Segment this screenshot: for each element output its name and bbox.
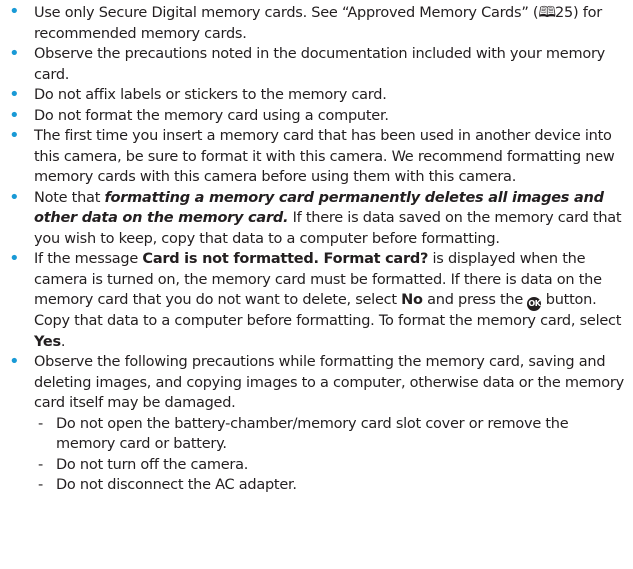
- memory-card-precautions-page: Use only Secure Digital memory cards. Se…: [0, 0, 633, 569]
- precautions-list: Use only Secure Digital memory cards. Se…: [6, 2, 627, 496]
- item-text: .: [60, 333, 66, 350]
- no-option-label: No: [401, 292, 423, 308]
- card-message: Card is not formatted. Format card?: [142, 251, 429, 267]
- item-text: If the message: [34, 251, 143, 267]
- list-item: Do not affix labels or stickers to the m…: [6, 85, 627, 106]
- list-item: Observe the following precautions while …: [6, 352, 627, 496]
- item-text: Use only Secure Digital memory cards. Se…: [34, 5, 539, 21]
- item-text: Observe the precautions noted in the doc…: [34, 46, 605, 83]
- sub-precautions-list: Do not open the battery-chamber/memory c…: [34, 414, 627, 496]
- list-item: Do not format the memory card using a co…: [6, 106, 627, 127]
- item-text: The first time you insert a memory card …: [34, 128, 615, 185]
- sub-list-item: Do not open the battery-chamber/memory c…: [34, 414, 627, 455]
- list-item: If the message Card is not formatted. Fo…: [6, 249, 627, 352]
- sub-list-item: Do not turn off the camera.: [34, 455, 627, 476]
- manual-reference-icon: 🕮: [538, 3, 556, 21]
- sub-list-item: Do not disconnect the AC adapter.: [34, 475, 627, 496]
- item-text: Do not format the memory card using a co…: [34, 107, 389, 124]
- item-text: Note that: [34, 189, 105, 206]
- list-item: Use only Secure Digital memory cards. Se…: [6, 2, 627, 44]
- list-item: Observe the precautions noted in the doc…: [6, 44, 627, 85]
- item-text: Observe the following precautions while …: [34, 354, 624, 411]
- reference-page-number: 25: [555, 5, 573, 21]
- ok-button-icon: OK: [527, 297, 542, 311]
- item-text: Do not affix labels or stickers to the m…: [34, 87, 387, 103]
- list-item: The first time you insert a memory card …: [6, 126, 627, 188]
- yes-option-label: Yes: [34, 333, 61, 350]
- item-text: and press the: [422, 292, 528, 308]
- list-item: Note that formatting a memory card perma…: [6, 188, 627, 250]
